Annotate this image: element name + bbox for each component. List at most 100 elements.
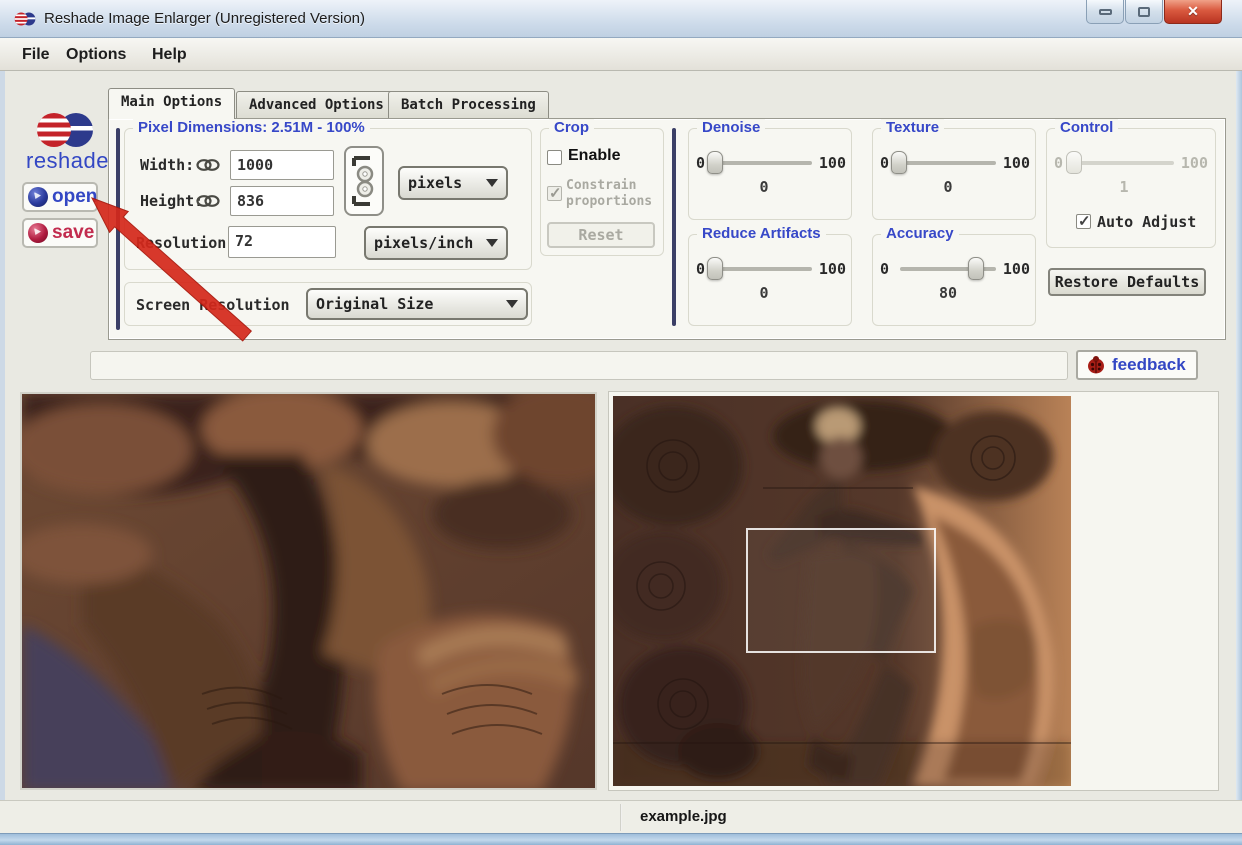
app-logo-icon [14,8,36,35]
maximize-button[interactable] [1125,0,1163,24]
accuracy-slider[interactable]: 0 100 80 [880,252,1030,310]
denoise-slider-track[interactable] [707,151,812,174]
progress-bar [90,351,1068,380]
reduce-artifacts-slider-thumb[interactable] [707,257,723,280]
crop-selection-rectangle[interactable] [746,528,936,653]
accuracy-min-label: 0 [880,260,890,278]
denoise-max-label: 100 [818,154,846,172]
reshade-logo-icon [34,112,96,153]
window-title: Reshade Image Enlarger (Unregistered Ver… [44,10,365,27]
open-sphere-icon [28,187,48,207]
accuracy-slider-thumb[interactable] [967,257,984,280]
reshade-logo-text: reshade [26,148,110,173]
control-min-label: 0 [1054,154,1064,172]
zoom-preview-image[interactable] [20,392,597,790]
denoise-title: Denoise [697,119,766,136]
reduce-artifacts-min-label: 0 [696,260,706,278]
width-input[interactable]: 1000 [230,150,334,180]
chain-link-bracket-icon [352,156,374,206]
texture-slider[interactable]: 0 100 0 [880,146,1030,204]
open-button[interactable]: open [22,182,98,212]
texture-min-label: 0 [880,154,890,172]
units-dropdown-value: pixels [408,174,463,192]
height-chain-link-icon [196,194,220,213]
bug-icon [1088,356,1104,374]
window-right-border [1236,71,1242,833]
auto-adjust-label: Auto Adjust [1097,213,1197,231]
reduce-artifacts-title: Reduce Artifacts [697,225,826,242]
width-chain-link-icon [196,158,220,177]
save-button-label: save [52,222,95,243]
menu-file[interactable]: File [16,44,56,66]
title-bar[interactable]: Reshade Image Enlarger (Unregistered Ver… [0,0,1242,38]
reduce-artifacts-slider[interactable]: 0 100 0 [696,252,846,310]
close-button[interactable]: ✕ [1164,0,1222,24]
screen-resolution-dropdown[interactable]: Original Size [306,288,528,320]
minimize-button[interactable] [1086,0,1124,24]
constrain-proportions-label-line2: proportions [566,194,653,209]
full-preview-image[interactable] [613,396,1071,786]
accuracy-title: Accuracy [881,225,959,242]
auto-adjust-checkbox[interactable] [1076,212,1091,230]
menu-options[interactable]: Options [60,44,132,66]
reduce-artifacts-slider-track[interactable] [707,257,812,280]
reshade-window: { "window": { "title": "Reshade Image En… [0,0,1242,845]
chevron-down-icon [486,179,498,187]
feedback-button-label: feedback [1112,355,1186,374]
minimize-icon [1098,8,1112,15]
resolution-input[interactable]: 72 [228,226,336,258]
accuracy-value: 80 [938,284,958,302]
units-dropdown[interactable]: pixels [398,166,508,200]
texture-value: 0 [943,178,953,196]
accuracy-max-label: 100 [1002,260,1030,278]
status-bar-divider [620,804,622,831]
width-label: Width: [140,156,195,174]
constrain-proportions-checkbox[interactable] [547,184,562,202]
tab-main-options[interactable]: Main Options [108,88,236,119]
texture-max-label: 100 [1002,154,1030,172]
panel-middle-separator [672,128,676,326]
screen-resolution-label: Screen Resolution [136,296,290,314]
control-slider-thumb [1066,151,1082,174]
close-icon: ✕ [1187,3,1199,19]
crop-reset-button[interactable]: Reset [547,222,655,248]
menu-help[interactable]: Help [146,44,193,66]
crop-enable-checkbox[interactable] [547,150,562,165]
chevron-down-icon [506,300,518,308]
restore-defaults-button[interactable]: Restore Defaults [1048,268,1206,296]
reduce-artifacts-value: 0 [759,284,769,302]
maximize-icon [1138,6,1150,17]
resolution-units-value: pixels/inch [374,234,474,252]
status-filename: example.jpg [640,808,727,825]
control-title: Control [1055,119,1119,136]
control-slider: 0 100 1 [1054,146,1208,204]
tab-batch-processing[interactable]: Batch Processing [388,91,549,119]
feedback-button[interactable]: feedback [1076,350,1198,380]
texture-title: Texture [881,119,945,136]
open-button-label: open [52,186,98,207]
accuracy-slider-track[interactable] [900,257,996,280]
constrain-proportions-label-line1: Constrain [566,178,637,193]
pixel-dimensions-title: Pixel Dimensions: 2.51M - 100% [133,119,370,136]
panel-left-accent [116,128,120,330]
crop-group-title: Crop [549,119,594,136]
denoise-slider[interactable]: 0 100 0 [696,146,846,204]
link-dimensions-toggle[interactable] [344,146,384,216]
window-left-border [0,71,5,833]
save-button[interactable]: save [22,218,98,248]
tab-advanced-options[interactable]: Advanced Options [236,91,397,119]
denoise-slider-thumb[interactable] [707,151,723,174]
reduce-artifacts-max-label: 100 [818,260,846,278]
chevron-down-icon [486,239,498,247]
denoise-value: 0 [759,178,769,196]
texture-slider-track[interactable] [891,151,996,174]
menu-bar: File Options Help [0,38,1242,71]
full-preview-panel [608,391,1219,791]
resolution-units-dropdown[interactable]: pixels/inch [364,226,508,260]
texture-slider-thumb[interactable] [891,151,907,174]
control-value: 1 [1119,178,1129,196]
height-input[interactable]: 836 [230,186,334,216]
control-slider-track [1066,151,1174,174]
save-sphere-icon [28,223,48,243]
window-bottom-border [0,833,1242,845]
